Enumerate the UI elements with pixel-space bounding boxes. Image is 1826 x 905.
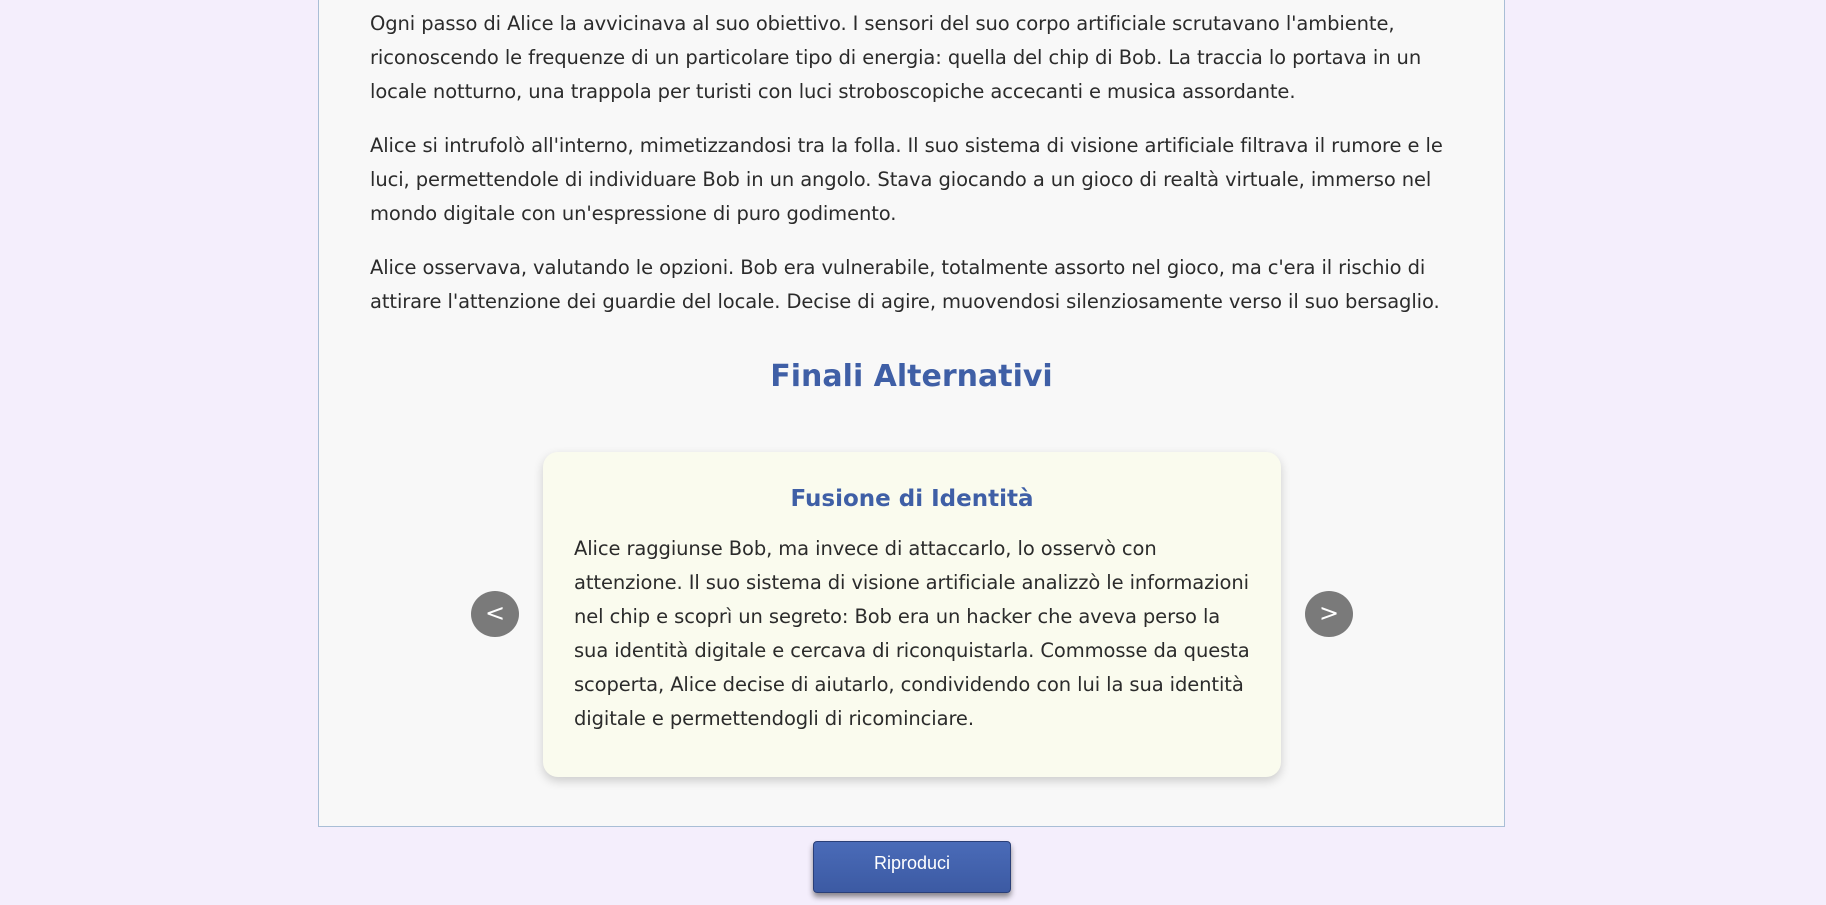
ending-text: Alice raggiunse Bob, ma invece di attacc… bbox=[574, 537, 1250, 730]
next-ending-button[interactable]: > bbox=[1305, 591, 1353, 637]
story-text: Ogni passo di Alice la avvicinava al suo… bbox=[370, 7, 1460, 339]
story-paragraph: Alice si intrufolò all'interno, mimetizz… bbox=[370, 134, 1443, 225]
story-container: Ogni passo di Alice la avvicinava al suo… bbox=[318, 0, 1505, 827]
previous-ending-button[interactable]: < bbox=[471, 591, 519, 637]
ending-title: Fusione di Identità bbox=[790, 486, 1034, 512]
ending-card: Fusione di Identità Alice raggiunse Bob,… bbox=[543, 452, 1281, 777]
section-title: Finali Alternativi bbox=[770, 359, 1053, 394]
play-button[interactable]: Riproduci bbox=[813, 841, 1011, 893]
story-paragraph: Ogni passo di Alice la avvicinava al suo… bbox=[370, 12, 1422, 103]
story-paragraph: Alice osservava, valutando le opzioni. B… bbox=[370, 256, 1440, 313]
